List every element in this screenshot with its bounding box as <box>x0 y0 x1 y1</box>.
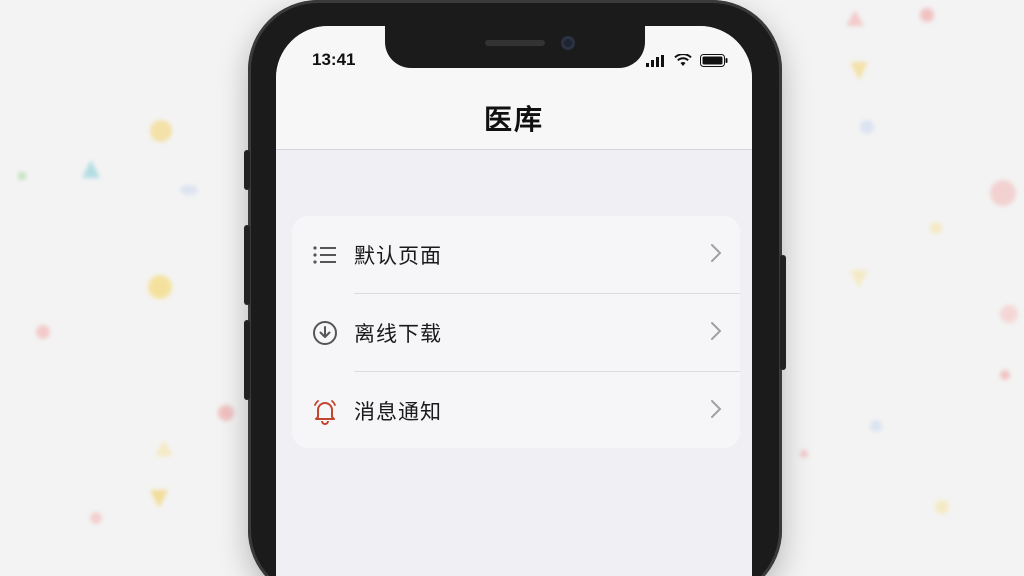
wifi-icon <box>674 52 692 71</box>
page-title: 医库 <box>483 102 544 136</box>
battery-icon <box>700 52 728 71</box>
chevron-right-icon <box>710 399 722 423</box>
status-icons <box>646 52 728 71</box>
download-circle-icon <box>310 318 340 348</box>
settings-menu: 默认页面 离线下载 消息通知 <box>292 216 740 448</box>
menu-item-default-page[interactable]: 默认页面 <box>292 216 740 293</box>
status-time: 13:41 <box>312 50 356 69</box>
menu-item-label: 默认页面 <box>354 243 442 268</box>
menu-item-label: 离线下载 <box>354 321 442 346</box>
camera <box>561 36 575 50</box>
menu-item-notifications[interactable]: 消息通知 <box>292 372 740 449</box>
notch <box>385 18 645 68</box>
volume-down-button <box>244 225 250 305</box>
chevron-right-icon <box>710 243 722 267</box>
phone-screen: 13:41 医库 默认页面 离线下载 消息通知 <box>276 26 752 576</box>
nav-bar: 医库 <box>276 86 752 150</box>
list-icon <box>310 240 340 270</box>
volume-up-button <box>244 150 250 190</box>
power-button <box>780 255 786 370</box>
menu-item-label: 消息通知 <box>354 399 442 424</box>
volume-down-button-2 <box>244 320 250 400</box>
signal-icon <box>646 52 666 71</box>
chevron-right-icon <box>710 321 722 345</box>
bell-icon <box>310 396 340 426</box>
menu-item-offline-download[interactable]: 离线下载 <box>292 294 740 371</box>
speaker <box>485 40 545 46</box>
